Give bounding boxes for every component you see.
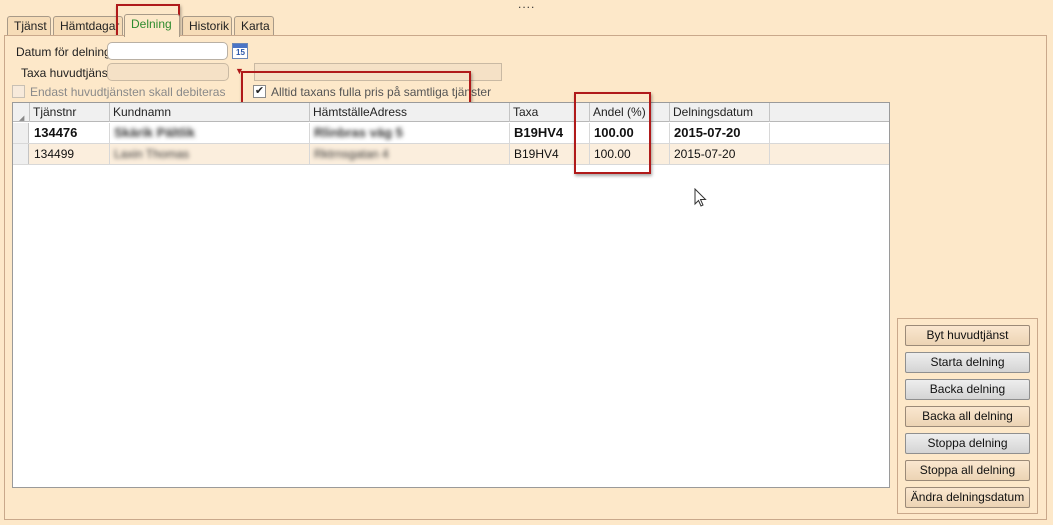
cell-tjanstnr: 134476	[30, 123, 110, 143]
tab-hamtdagar[interactable]: Hämtdagar	[53, 16, 123, 36]
cell-adress: Rktrnsgatan 4	[310, 144, 510, 164]
endast-label: Endast huvudtjänsten skall debiteras	[30, 85, 226, 99]
header-corner: ◢	[13, 103, 30, 122]
cell-delningsdatum: 2015-07-20	[670, 123, 770, 143]
cell-kundnamn: Skärik Pältlik	[110, 123, 310, 143]
tab-historik[interactable]: Historik	[182, 16, 232, 36]
blurred-adress: Rktrnsgatan 4	[314, 147, 389, 161]
stoppa-all-delning-button[interactable]: Stoppa all delning	[905, 460, 1030, 481]
cell-andel: 100.00	[590, 123, 670, 143]
window-grip[interactable]: ....	[518, 0, 535, 10]
cell-taxa: B19HV4	[510, 123, 590, 143]
table-row[interactable]: 134499 Laxin Thomas Rktrnsgatan 4 B19HV4…	[13, 144, 889, 165]
blurred-kundnamn: Skärik Pältlik	[114, 125, 195, 140]
col-header-kundnamn[interactable]: Kundnamn	[110, 103, 310, 122]
col-header-tjanstnr[interactable]: Tjänstnr	[30, 103, 110, 122]
datum-input[interactable]	[107, 42, 228, 60]
backa-all-delning-button[interactable]: Backa all delning	[905, 406, 1030, 427]
mouse-cursor-icon	[694, 188, 707, 207]
cell-andel: 100.00	[590, 144, 670, 164]
tab-delning[interactable]: Delning	[124, 14, 180, 37]
alltid-label: Alltid taxans fulla pris på samtliga tjä…	[271, 85, 492, 99]
calendar-icon[interactable]: 15	[232, 43, 248, 59]
starta-delning-button[interactable]: Starta delning	[905, 352, 1030, 373]
cell-taxa: B19HV4	[510, 144, 590, 164]
taxa-input[interactable]	[107, 63, 229, 81]
blurred-adress: Rlinbras väg 5	[314, 125, 403, 140]
alltid-checkbox[interactable]: ✔	[253, 85, 266, 98]
stoppa-delning-button[interactable]: Stoppa delning	[905, 433, 1030, 454]
tab-tjanst[interactable]: Tjänst	[7, 16, 51, 36]
tab-karta[interactable]: Karta	[234, 16, 274, 36]
datum-label: Datum för delning	[16, 45, 111, 59]
table-row[interactable]: 134476 Skärik Pältlik Rlinbras väg 5 B19…	[13, 123, 889, 144]
endast-checkbox[interactable]	[12, 85, 25, 98]
taxa-description-field	[254, 63, 502, 81]
col-header-adress[interactable]: HämtställeAdress	[310, 103, 510, 122]
backa-delning-button[interactable]: Backa delning	[905, 379, 1030, 400]
taxa-label: Taxa huvudtjänst	[21, 66, 112, 80]
row-header[interactable]	[13, 123, 29, 143]
col-header-taxa[interactable]: Taxa	[510, 103, 590, 122]
col-header-delningsdatum[interactable]: Delningsdatum	[670, 103, 770, 122]
blurred-kundnamn: Laxin Thomas	[114, 147, 190, 161]
cell-delningsdatum: 2015-07-20	[670, 144, 770, 164]
cell-adress: Rlinbras väg 5	[310, 123, 510, 143]
grid-header: ◢ Tjänstnr Kundnamn HämtställeAdress Tax…	[13, 103, 889, 122]
calendar-day: 15	[236, 48, 245, 57]
cell-kundnamn: Laxin Thomas	[110, 144, 310, 164]
cell-tjanstnr: 134499	[30, 144, 110, 164]
byt-huvudtjanst-button[interactable]: Byt huvudtjänst	[905, 325, 1030, 346]
col-header-andel[interactable]: Andel (%)	[590, 103, 670, 122]
dropdown-arrow-icon[interactable]: ▼	[235, 66, 244, 76]
andra-delningsdatum-button[interactable]: Ändra delningsdatum	[905, 487, 1030, 508]
delning-grid: ◢ Tjänstnr Kundnamn HämtställeAdress Tax…	[12, 102, 890, 488]
action-button-group: Byt huvudtjänst Starta delning Backa del…	[897, 318, 1038, 514]
row-header[interactable]	[13, 144, 29, 164]
